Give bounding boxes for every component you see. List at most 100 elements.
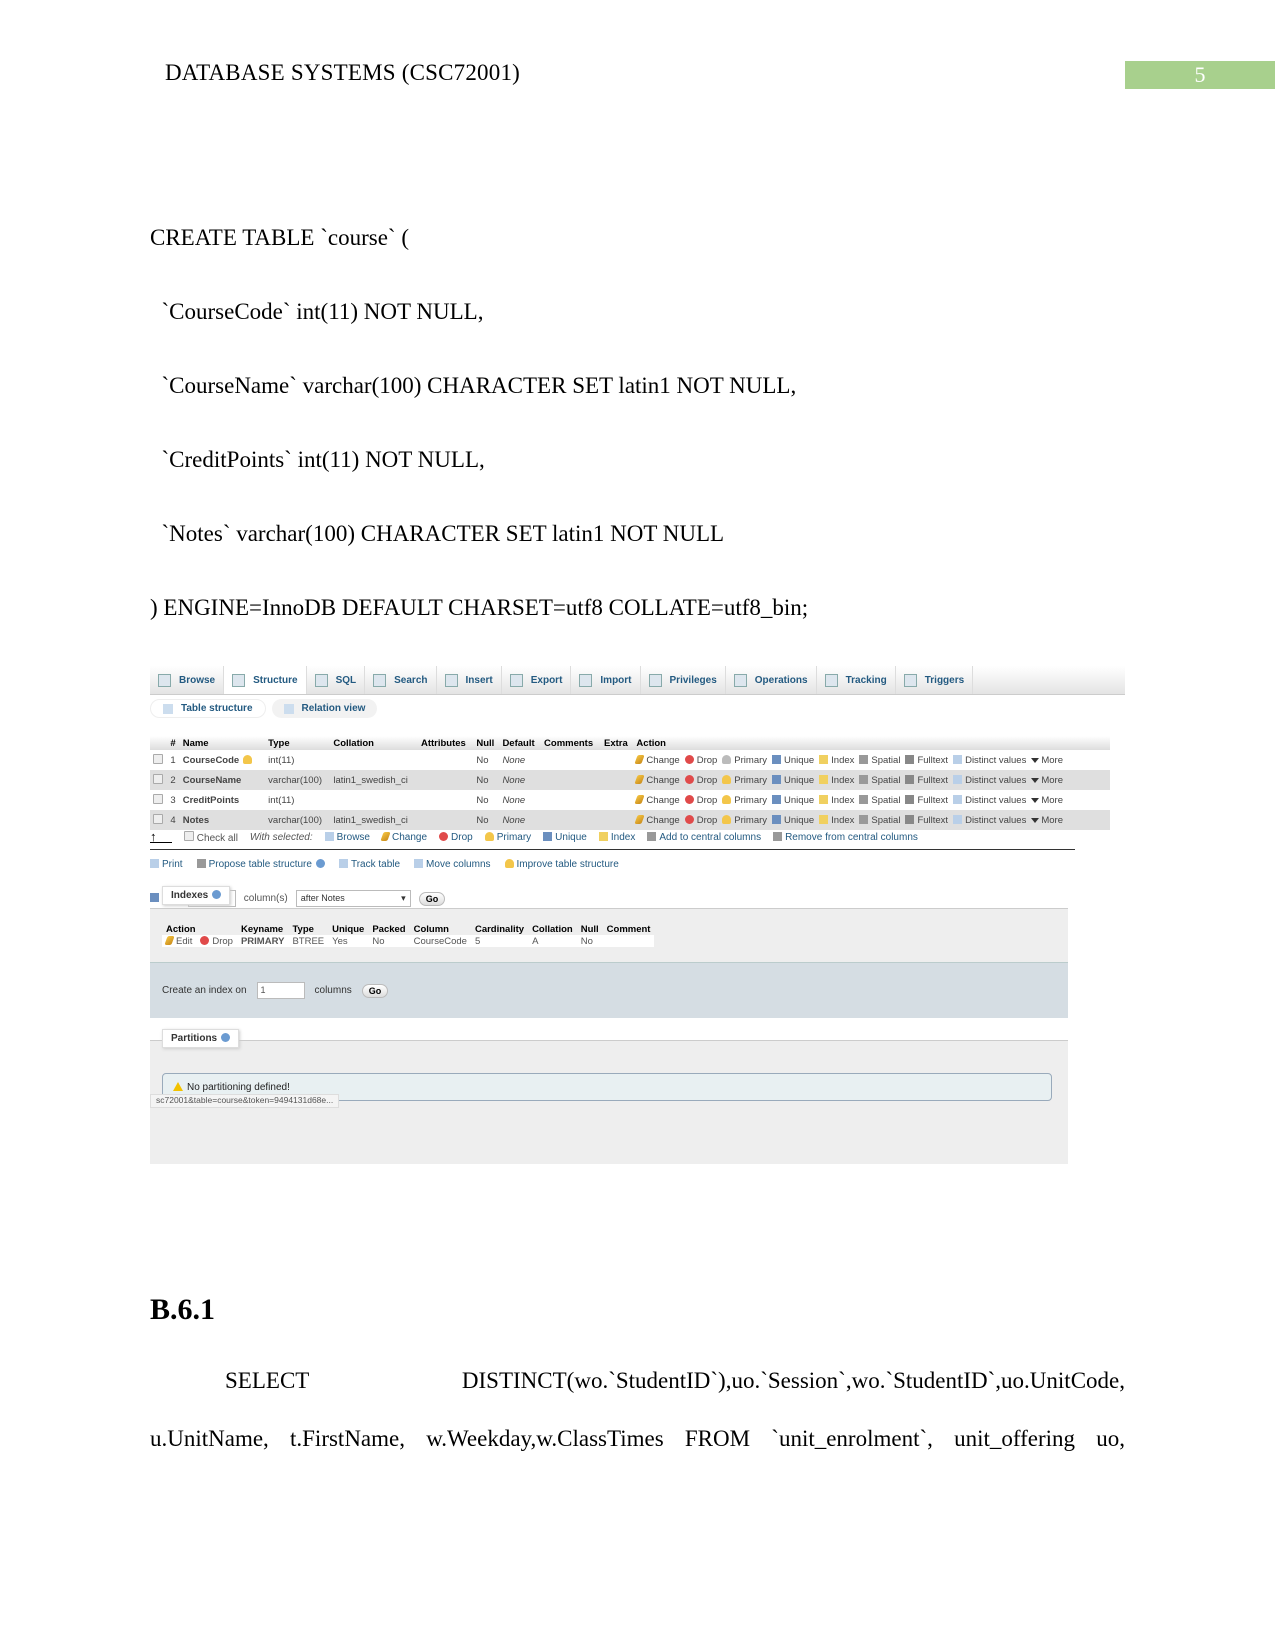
action-label: Fulltext: [917, 754, 949, 766]
action-fulltext-link[interactable]: Fulltext: [905, 754, 949, 766]
move-columns-link[interactable]: Move columns: [414, 859, 491, 870]
action-drop-link[interactable]: Drop: [684, 754, 717, 766]
action-unique-link[interactable]: Unique: [772, 794, 815, 806]
action-index-link[interactable]: Index: [819, 814, 854, 826]
action-index-link[interactable]: Index: [819, 774, 854, 786]
bulk-change-button[interactable]: Change: [380, 832, 427, 843]
move-icon: [414, 859, 424, 868]
row-checkbox[interactable]: [153, 793, 163, 804]
create-index-go-button[interactable]: Go: [361, 983, 389, 998]
row-checkbox[interactable]: [153, 773, 163, 784]
action-index-link[interactable]: Index: [819, 754, 854, 766]
tab-export[interactable]: Export: [502, 666, 572, 694]
index-col-header: Unique: [332, 924, 365, 935]
field-default-text: None: [502, 774, 526, 786]
action-spatial-link[interactable]: Spatial: [859, 794, 900, 806]
tab-sql[interactable]: SQL: [307, 666, 366, 694]
index-icon: [819, 754, 829, 764]
action-fulltext-link[interactable]: Fulltext: [905, 774, 948, 786]
action-fulltext-link[interactable]: Fulltext: [905, 814, 948, 826]
chevron-down-icon: [1031, 777, 1040, 783]
help-icon[interactable]: [212, 890, 222, 899]
insert-icon: [444, 673, 458, 687]
tab-import[interactable]: Import: [571, 666, 641, 694]
tab-insert[interactable]: Insert: [437, 666, 502, 694]
action-change-link[interactable]: Change: [634, 774, 680, 786]
query-line-2: u.UnitName, t.FirstName, w.Weekday,w.Cla…: [150, 1426, 1125, 1452]
action-drop-link[interactable]: Drop: [684, 794, 717, 806]
remove-central-columns-button[interactable]: Remove from central columns: [773, 832, 918, 843]
action-fulltext-link[interactable]: Fulltext: [905, 794, 948, 806]
index-drop-link[interactable]: Drop: [196, 935, 237, 947]
column-position-select[interactable]: after Notes ▾: [295, 890, 411, 907]
bulk-unique-button[interactable]: Unique: [543, 832, 587, 843]
action-label: Spatial: [871, 814, 901, 826]
action-distinct-values-link[interactable]: Distinct values: [953, 794, 1026, 806]
columns-suffix: column(s): [243, 893, 288, 904]
action-primary-link[interactable]: Primary: [722, 774, 767, 786]
action-more-link[interactable]: More: [1031, 775, 1063, 786]
tab-triggers[interactable]: Triggers: [896, 666, 974, 694]
action-more-link[interactable]: More: [1031, 795, 1063, 806]
tab-privileges[interactable]: Privileges: [641, 666, 726, 694]
row-checkbox[interactable]: [153, 753, 163, 764]
index-collation: A: [528, 935, 577, 947]
print-link[interactable]: Print: [150, 859, 183, 870]
tab-structure[interactable]: Structure: [224, 666, 307, 694]
bulk-browse-button[interactable]: Browse: [324, 832, 370, 843]
action-label: Unique: [784, 794, 815, 806]
action-drop-link[interactable]: Drop: [684, 774, 717, 786]
action-distinct-values-link[interactable]: Distinct values: [953, 774, 1026, 786]
action-primary-link[interactable]: Primary: [722, 794, 767, 806]
create-index-count-input[interactable]: 1: [256, 982, 305, 999]
action-spatial-link[interactable]: Spatial: [859, 754, 900, 766]
improve-structure-link[interactable]: Improve table structure: [504, 859, 619, 870]
column-header: Collation: [330, 736, 418, 750]
row-actions: Change Drop Primary Unique Index Spatial Fullt…: [633, 810, 1110, 830]
bulk-index-button[interactable]: Index: [598, 832, 635, 843]
checkbox[interactable]: [184, 831, 194, 841]
help-icon[interactable]: [315, 859, 325, 868]
help-icon[interactable]: [221, 1033, 231, 1042]
tab-operations[interactable]: Operations: [726, 666, 817, 694]
action-primary-link[interactable]: Primary: [722, 754, 767, 766]
row-number-text: 3: [170, 794, 176, 806]
action-unique-link[interactable]: Unique: [772, 754, 814, 766]
tab-search[interactable]: Search: [365, 666, 437, 694]
bulk-drop-button[interactable]: Drop: [439, 832, 473, 843]
field-collation-text: latin1_swedish_ci: [333, 774, 408, 786]
action-change-link[interactable]: Change: [634, 754, 680, 766]
row-select: [150, 790, 168, 810]
add-column-go-button[interactable]: Go: [418, 891, 446, 906]
subtab-table-structure[interactable]: Table structure: [150, 699, 266, 718]
action-primary-link[interactable]: Primary: [722, 814, 767, 826]
action-distinct-values-link[interactable]: Distinct values: [953, 814, 1026, 826]
action-more-link[interactable]: More: [1031, 755, 1063, 766]
pencil-icon: [634, 774, 646, 784]
action-drop-link[interactable]: Drop: [684, 814, 717, 826]
action-change-link[interactable]: Change: [634, 814, 680, 826]
action-change-link[interactable]: Change: [634, 794, 680, 806]
tab-tracking[interactable]: Tracking: [817, 666, 896, 694]
field-collation: latin1_swedish_ci: [330, 810, 418, 830]
tab-browse[interactable]: Browse: [150, 666, 225, 694]
query-text: w.Weekday,w.ClassTimes: [426, 1426, 664, 1451]
add-central-columns-button[interactable]: Add to central columns: [647, 832, 761, 843]
tab-bar: Browse Structure SQL Search Insert Expor…: [150, 666, 1125, 695]
action-unique-link[interactable]: Unique: [772, 774, 814, 786]
bulk-primary-button[interactable]: Primary: [484, 832, 531, 843]
row-checkbox[interactable]: [153, 813, 163, 824]
action-unique-link[interactable]: Unique: [772, 814, 814, 826]
action-distinct-values-link[interactable]: Distinct values: [953, 754, 1026, 766]
track-table-link[interactable]: Track table: [338, 859, 400, 870]
index-edit-link[interactable]: Edit: [162, 935, 197, 947]
action-more-link[interactable]: More: [1031, 815, 1063, 826]
create-index-suffix: columns: [314, 985, 352, 996]
unique-icon: [772, 814, 782, 824]
propose-structure-link[interactable]: Propose table structure: [196, 859, 325, 870]
action-spatial-link[interactable]: Spatial: [859, 814, 901, 826]
subtab-relation-view[interactable]: Relation view: [271, 699, 378, 718]
check-all[interactable]: Check all: [184, 831, 238, 844]
action-index-link[interactable]: Index: [819, 794, 854, 806]
action-spatial-link[interactable]: Spatial: [859, 774, 900, 786]
